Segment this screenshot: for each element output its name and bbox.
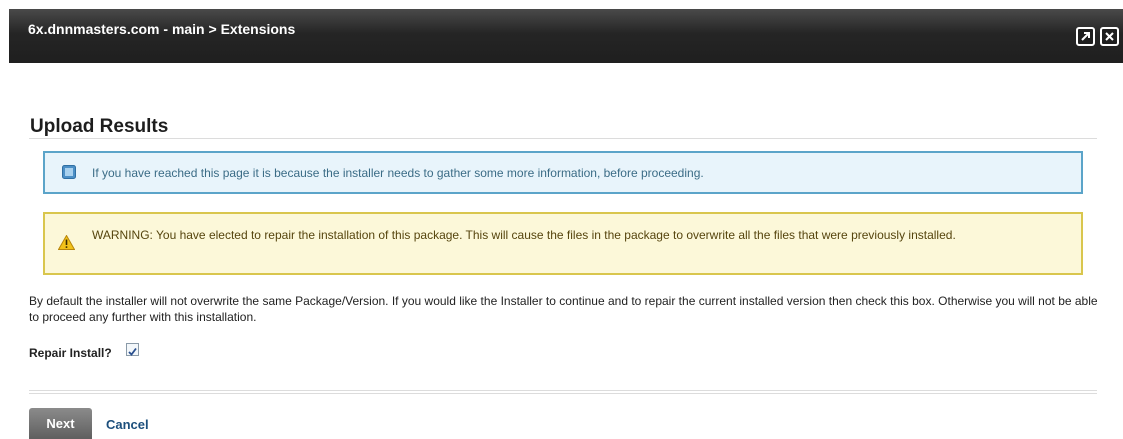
info-icon <box>62 165 76 179</box>
warning-message: WARNING: You have elected to repair the … <box>92 228 956 242</box>
actions-divider-bottom <box>29 393 1097 394</box>
repair-install-label: Repair Install? <box>29 346 112 360</box>
repair-description: By default the installer will not overwr… <box>29 294 1098 324</box>
repair-install-checkbox[interactable] <box>126 343 139 356</box>
info-message: If you have reached this page it is beca… <box>92 166 704 180</box>
page-title: Upload Results <box>30 116 169 137</box>
warning-icon <box>58 235 75 250</box>
cancel-link[interactable]: Cancel <box>106 417 149 432</box>
next-button[interactable]: Next <box>29 408 92 439</box>
maximize-button[interactable] <box>1076 27 1095 46</box>
window-titlebar: 6x.dnnmasters.com - main > Extensions <box>9 9 1123 63</box>
close-button[interactable] <box>1100 27 1119 46</box>
checkmark-icon <box>128 347 137 356</box>
heading-divider <box>29 138 1097 139</box>
close-icon <box>1105 32 1114 41</box>
window-title: 6x.dnnmasters.com - main > Extensions <box>28 21 296 37</box>
maximize-icon <box>1081 32 1090 41</box>
warning-message-box: WARNING: You have elected to repair the … <box>43 212 1083 275</box>
actions-divider-top <box>29 390 1097 391</box>
info-message-box: If you have reached this page it is beca… <box>43 151 1083 194</box>
